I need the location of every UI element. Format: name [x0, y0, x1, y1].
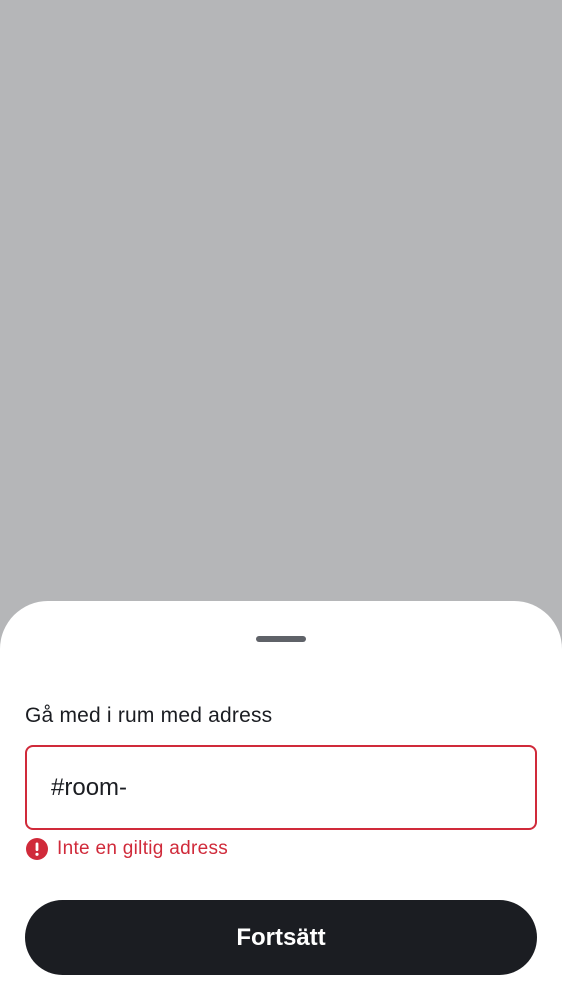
- join-room-label: Gå med i rum med adress: [25, 704, 273, 727]
- dimmed-backdrop[interactable]: [0, 0, 562, 601]
- room-address-input[interactable]: [51, 747, 511, 828]
- error-text: Inte en giltig adress: [57, 838, 229, 859]
- bottom-sheet: Gå med i rum med adress Inte en giltig a…: [0, 601, 562, 1000]
- error-message: Inte en giltig adress: [25, 837, 228, 861]
- error-icon: [25, 837, 49, 861]
- room-address-field[interactable]: [25, 745, 537, 830]
- screen: Gå med i rum med adress Inte en giltig a…: [0, 0, 562, 1000]
- continue-button[interactable]: Fortsätt: [25, 900, 537, 975]
- sheet-drag-handle[interactable]: [256, 636, 306, 642]
